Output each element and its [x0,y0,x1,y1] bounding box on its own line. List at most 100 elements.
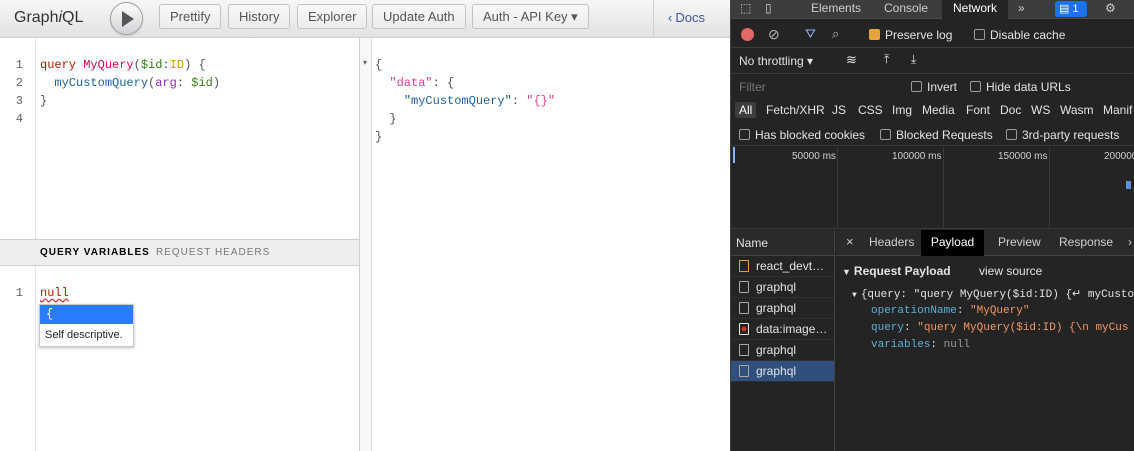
query-line-gutter: 1 2 3 4 [0,38,36,239]
request-row[interactable]: graphql [731,277,834,298]
chevron-left-icon: ‹ [668,10,673,25]
preserve-log-checkbox[interactable]: Preserve log [869,28,952,42]
tab-payload[interactable]: Payload [921,230,984,256]
prettify-button[interactable]: Prettify [159,4,222,29]
payload-query: query: "query MyQuery($id:ID) {\n myCus [871,322,1129,334]
variables-editor[interactable]: 1 null { Self descriptive. [0,266,360,451]
document-file-icon [739,281,749,293]
explorer-button[interactable]: Explorer [297,4,368,29]
throttling-select[interactable]: No throttling ▾ [739,54,813,68]
disable-cache-checkbox[interactable]: Disable cache [974,28,1065,42]
close-icon[interactable]: × [846,234,854,249]
invert-checkbox[interactable]: Invert [911,80,957,94]
type-filter-manifest[interactable]: Manif [1103,103,1132,117]
more-tabs-icon[interactable]: › [1128,235,1132,249]
line-number: 4 [15,112,23,126]
code-line: } [40,94,48,108]
request-row[interactable]: graphql [731,340,834,361]
variables-pane-header: QUERY VARIABLES REQUEST HEADERS [0,239,360,266]
update-auth-button[interactable]: Update Auth [372,4,466,29]
timeline-tick: 100000 ms [892,151,942,162]
docs-explorer-toggle[interactable]: ‹ Docs [653,0,730,38]
type-filter-ws[interactable]: WS [1031,103,1050,117]
search-icon[interactable]: ⌕ [832,26,839,42]
blocked-requests-checkbox[interactable]: Blocked Requests [880,128,993,142]
history-button[interactable]: History [228,4,291,29]
third-party-checkbox[interactable]: 3rd-party requests [1006,128,1119,142]
tab-headers[interactable]: Headers [869,235,914,249]
variables-line-gutter: 1 [0,266,36,451]
payload-section-header[interactable]: ▼ Request Payload [842,264,951,278]
tab-preview[interactable]: Preview [998,235,1041,249]
resource-type-filters: All Fetch/XHR JS CSS Img Media Font Doc … [731,99,1134,123]
message-icon: ▤ [1059,3,1070,15]
triangle-down-icon: ▼ [842,267,851,277]
play-icon [122,11,134,27]
type-filter-img[interactable]: Img [892,103,912,117]
network-toolbar-2: No throttling ▾ ≋ ⤒ ⤓ [731,48,1134,74]
tab-console[interactable]: Console [884,1,928,15]
import-har-icon[interactable]: ⤒ [884,52,889,67]
tab-network[interactable]: Network [942,0,1008,19]
name-column-header[interactable]: Name [731,230,834,256]
clear-icon[interactable]: ⊘ [768,26,780,43]
export-har-icon[interactable]: ⤓ [911,52,916,67]
tab-request-headers[interactable]: REQUEST HEADERS [156,247,270,258]
request-row-selected[interactable]: graphql [731,361,834,382]
variables-code: null [40,284,69,302]
fold-arrow-icon[interactable]: ▾ [363,58,367,67]
document-file-icon [739,302,749,314]
type-filter-font[interactable]: Font [966,103,990,117]
request-row[interactable]: graphql [731,298,834,319]
tab-query-variables[interactable]: QUERY VARIABLES [40,247,150,258]
more-tabs-icon[interactable]: » [1018,1,1025,15]
type-filter-media[interactable]: Media [922,103,955,117]
execute-query-button[interactable] [110,2,143,35]
payload-summary[interactable]: ▼ {query: "query MyQuery($id:ID) {↵ myCus… [852,287,1134,301]
tab-response[interactable]: Response [1059,235,1113,249]
network-timeline-overview[interactable]: 50000 ms 100000 ms 150000 ms 200000 [731,147,1134,229]
graphiql-logo: GraphiQL [14,9,84,26]
filter-bar: Invert Hide data URLs [731,75,1134,99]
auth-mode-select[interactable]: Auth - API Key ▾ [472,4,589,29]
request-row[interactable]: data:image… [731,319,834,340]
network-conditions-icon[interactable]: ≋ [846,52,857,68]
timeline-tick: 150000 ms [998,151,1048,162]
timeline-request-bar [1126,181,1131,189]
blocked-cookies-checkbox[interactable]: Has blocked cookies [739,128,865,142]
type-filter-css[interactable]: CSS [858,103,883,117]
device-toolbar-icon[interactable]: ▯ [765,1,772,15]
payload-operation-name: operationName: "MyQuery" [871,305,1030,317]
issues-badge[interactable]: ▤ 1 [1055,1,1087,17]
graphiql-app: GraphiQL Prettify History Explorer Updat… [0,0,730,451]
type-filter-doc[interactable]: Doc [1000,103,1021,117]
line-number: 3 [15,94,23,108]
record-icon[interactable] [741,28,754,41]
docs-label: Docs [675,10,705,25]
request-details: × Headers Payload Preview Response › ▼ Re… [836,230,1134,451]
line-number: 1 [15,286,23,300]
filter-input[interactable] [735,77,903,97]
devtools-tab-bar: ⬚ ▯ Elements Console Network » ▤ 1 ⚙ [731,0,1134,19]
type-filter-wasm[interactable]: Wasm [1060,103,1094,117]
request-list: Name react_devt… graphql graphql data:im… [731,230,835,451]
settings-gear-icon[interactable]: ⚙ [1105,1,1116,15]
tab-elements[interactable]: Elements [811,1,861,15]
request-row[interactable]: react_devt… [731,256,834,277]
triangle-down-icon: ▼ [852,291,857,300]
inspect-element-icon[interactable]: ⬚ [740,1,751,15]
view-source-link[interactable]: view source [979,264,1042,278]
filter-icon[interactable]: ⛛ [805,26,816,42]
autocomplete-hint[interactable]: { Self descriptive. [39,304,134,347]
type-filter-js[interactable]: JS [832,103,846,117]
document-file-icon [739,365,749,377]
graphiql-toolbar: GraphiQL Prettify History Explorer Updat… [0,0,730,38]
timeline-marker [733,147,735,163]
type-filter-all[interactable]: All [735,102,757,118]
query-editor[interactable]: 1 2 3 4 query MyQuery($id:ID) { myCustom… [0,38,360,239]
hide-data-urls-checkbox[interactable]: Hide data URLs [970,80,1071,94]
network-toolbar: ⊘ ⛛ ⌕ Preserve log Disable cache [731,23,1134,48]
type-filter-fetch[interactable]: Fetch/XHR [766,103,825,117]
hint-option[interactable]: { [40,305,133,324]
